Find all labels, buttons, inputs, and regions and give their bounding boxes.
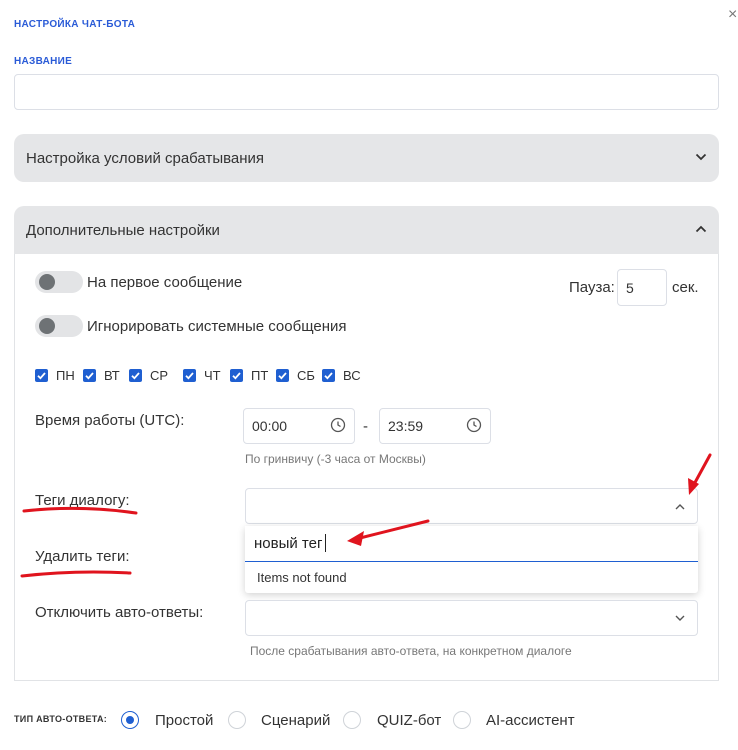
- text-cursor: [325, 534, 326, 552]
- work-time-label: Время работы (UTC):: [35, 412, 185, 429]
- close-icon[interactable]: ×: [728, 6, 737, 24]
- pause-input[interactable]: 5: [617, 269, 667, 306]
- day-label-sat: СБ: [297, 368, 315, 383]
- work-time-to-input[interactable]: 23:59: [379, 408, 491, 444]
- disable-autoreplies-hint: После срабатывания авто-ответа, на конкр…: [250, 644, 572, 658]
- tags-select[interactable]: [245, 488, 698, 524]
- pause-unit: сек.: [672, 279, 699, 296]
- day-checkbox-fri[interactable]: [230, 369, 243, 382]
- work-time-separator: -: [363, 418, 368, 435]
- chevron-up-icon: [695, 224, 707, 236]
- conditions-accordion-title: Настройка условий срабатывания: [26, 149, 265, 167]
- day-checkbox-thu[interactable]: [183, 369, 196, 382]
- autoreply-type-label-scenario: Сценарий: [261, 712, 331, 729]
- chevron-up-icon: [675, 497, 685, 515]
- tags-label: Теги диалогу:: [35, 492, 130, 509]
- chevron-down-icon: [675, 609, 685, 627]
- work-time-from-value: 00:00: [252, 418, 288, 434]
- tags-dropdown: новый тег Items not found: [245, 526, 698, 593]
- disable-autoreplies-select[interactable]: [245, 600, 698, 636]
- chevron-down-icon: [695, 152, 707, 164]
- day-checkbox-wed[interactable]: [129, 369, 142, 382]
- advanced-accordion-header[interactable]: Дополнительные настройки: [14, 206, 719, 254]
- day-label-thu: ЧТ: [204, 368, 221, 383]
- day-checkbox-mon[interactable]: [35, 369, 48, 382]
- autoreply-type-label-simple: Простой: [155, 712, 214, 729]
- conditions-accordion-header[interactable]: Настройка условий срабатывания: [14, 134, 719, 182]
- tags-search-value: новый тег: [254, 535, 323, 552]
- autoreply-type-radio-simple[interactable]: [121, 711, 139, 729]
- ignore-system-toggle[interactable]: [35, 315, 83, 337]
- day-checkbox-sat[interactable]: [276, 369, 289, 382]
- work-time-from-input[interactable]: 00:00: [243, 408, 355, 444]
- clock-icon: [330, 417, 346, 436]
- clock-icon: [466, 417, 482, 436]
- name-label: НАЗВАНИЕ: [14, 56, 73, 67]
- autoreply-type-label-ai: AI-ассистент: [486, 712, 575, 729]
- day-label-mon: ПН: [56, 368, 75, 383]
- autoreply-type-label: ТИП АВТО-ОТВЕТА:: [14, 714, 108, 724]
- page-title: НАСТРОЙКА ЧАТ-БОТА: [14, 19, 136, 30]
- day-label-sun: ВС: [343, 368, 361, 383]
- autoreply-type-radio-ai[interactable]: [453, 711, 471, 729]
- autoreply-type-radio-quiz[interactable]: [343, 711, 361, 729]
- remove-tags-label: Удалить теги:: [35, 548, 130, 565]
- advanced-accordion-title: Дополнительные настройки: [26, 221, 220, 239]
- day-label-tue: ВТ: [104, 368, 120, 383]
- first-message-toggle[interactable]: [35, 271, 83, 293]
- autoreply-type-radio-scenario[interactable]: [228, 711, 246, 729]
- work-time-hint: По гринвичу (-3 часа от Москвы): [245, 452, 426, 466]
- first-message-label: На первое сообщение: [87, 274, 243, 291]
- day-label-fri: ПТ: [251, 368, 269, 383]
- day-checkbox-tue[interactable]: [83, 369, 96, 382]
- day-label-wed: СР: [150, 368, 169, 383]
- ignore-system-label: Игнорировать системные сообщения: [87, 318, 347, 335]
- autoreply-type-label-quiz: QUIZ-бот: [377, 712, 442, 729]
- name-input[interactable]: [14, 74, 719, 110]
- disable-autoreplies-label: Отключить авто-ответы:: [35, 604, 204, 621]
- work-time-to-value: 23:59: [388, 418, 424, 434]
- pause-label: Пауза:: [569, 279, 615, 296]
- tags-no-results: Items not found: [257, 570, 347, 585]
- day-checkbox-sun[interactable]: [322, 369, 335, 382]
- tags-search-input[interactable]: новый тег: [245, 526, 698, 562]
